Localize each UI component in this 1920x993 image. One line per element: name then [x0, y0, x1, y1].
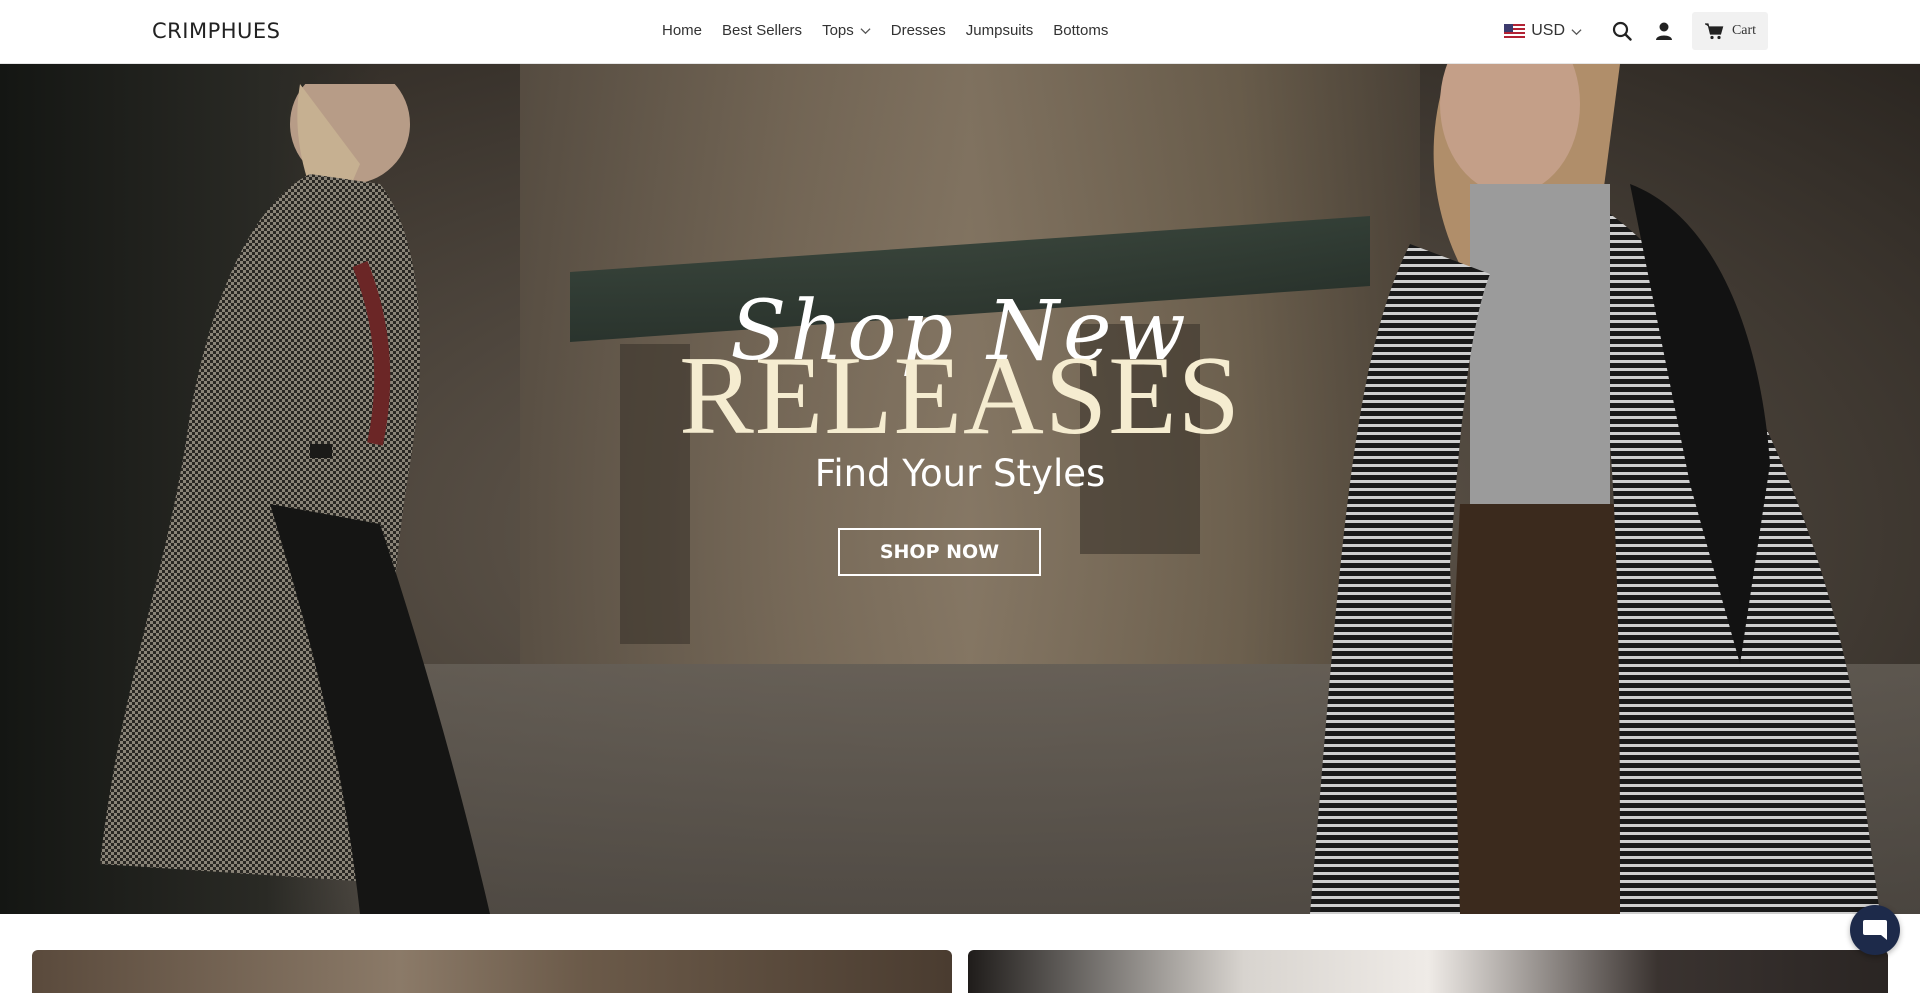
nav-item-best-sellers[interactable]: Best Sellers [722, 22, 802, 39]
hero-headline: RELEASES [679, 334, 1241, 458]
model-left-image [100, 84, 490, 914]
hero-banner[interactable]: Shop New RELEASES Find Your Styles SHOP … [0, 64, 1920, 914]
user-icon [1656, 22, 1672, 40]
nav-item-label: Home [662, 22, 703, 39]
chat-icon [1863, 920, 1887, 940]
site-logo[interactable]: CRIMPHUES [152, 19, 281, 43]
cart-button[interactable]: Cart [1692, 12, 1768, 50]
cart-label: Cart [1731, 23, 1757, 38]
nav-item-label: Tops [822, 22, 854, 39]
us-flag-icon [1504, 24, 1526, 38]
cart-icon [1704, 23, 1724, 40]
search-button[interactable] [1608, 17, 1636, 45]
collection-card-left[interactable] [32, 950, 952, 993]
nav-item-tops[interactable]: Tops [822, 22, 871, 39]
site-header: CRIMPHUES Home Best Sellers Tops Dresses… [0, 0, 1920, 64]
search-icon [1612, 21, 1632, 41]
chat-button[interactable] [1850, 905, 1900, 955]
shop-now-button[interactable]: SHOP NOW [838, 528, 1041, 576]
chevron-down-icon [860, 28, 871, 35]
nav-item-label: Bottoms [1053, 22, 1109, 39]
nav-item-label: Best Sellers [722, 22, 803, 39]
main-nav: Home Best Sellers Tops Dresses Jumpsuits… [662, 22, 1108, 39]
collection-card-right[interactable] [968, 950, 1888, 993]
header-actions: USD Cart [1504, 12, 1768, 50]
nav-item-label: Jumpsuits [965, 22, 1034, 39]
hero-subtitle: Find Your Styles [814, 452, 1106, 495]
nav-item-home[interactable]: Home [662, 22, 702, 39]
nav-item-dresses[interactable]: Dresses [891, 22, 946, 39]
account-button[interactable] [1650, 17, 1678, 45]
chevron-down-icon [1571, 28, 1582, 35]
currency-label: USD [1531, 22, 1565, 39]
nav-item-jumpsuits[interactable]: Jumpsuits [966, 22, 1034, 39]
currency-selector[interactable]: USD [1504, 22, 1582, 40]
nav-item-label: Dresses [890, 22, 946, 39]
nav-item-bottoms[interactable]: Bottoms [1053, 22, 1108, 39]
